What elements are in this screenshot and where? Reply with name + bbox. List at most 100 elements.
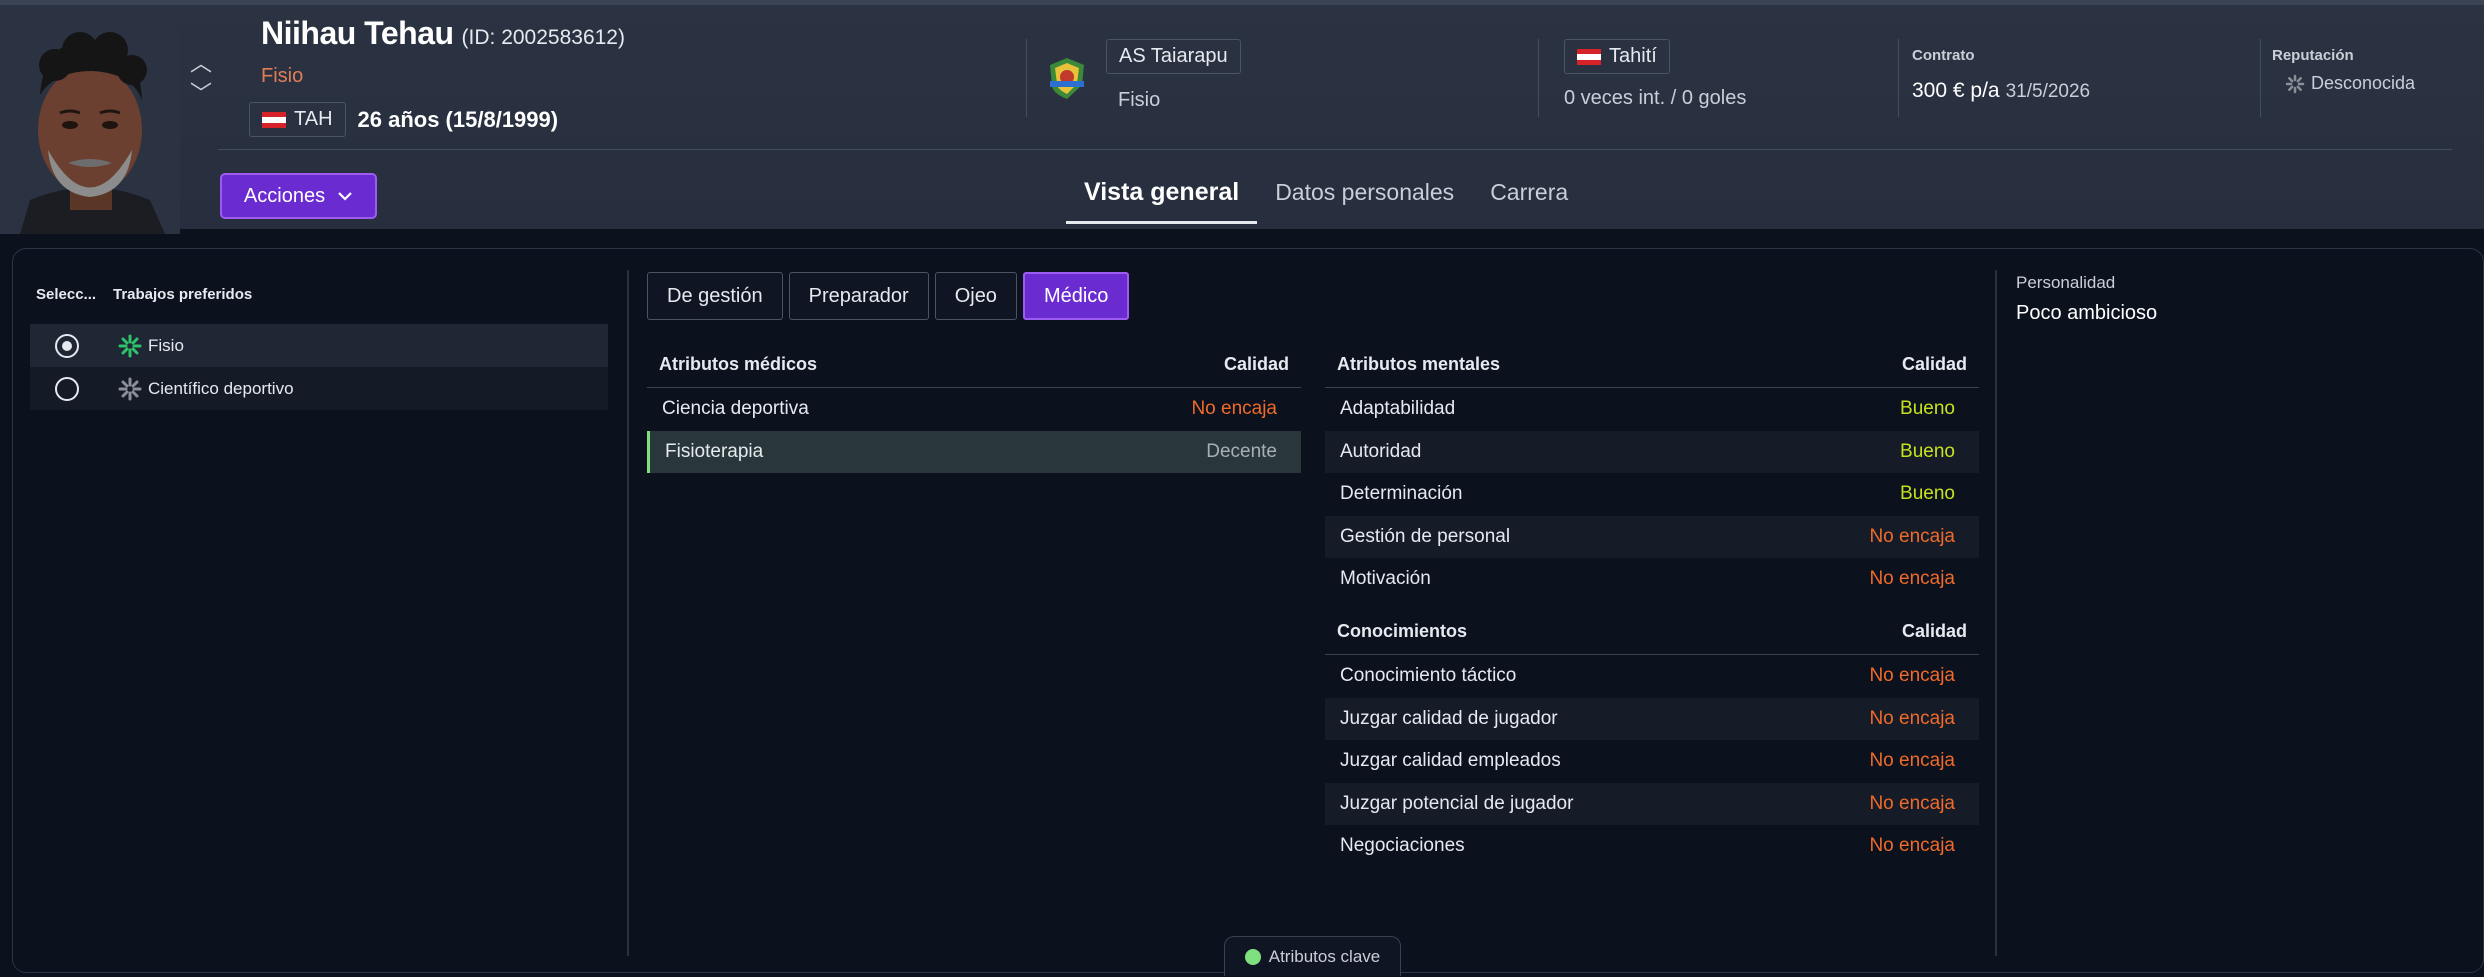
national-team-chip[interactable]: Tahití [1564,39,1670,74]
tahiti-flag-icon [262,111,286,128]
table-row[interactable]: Ciencia deportiva No encaja [647,388,1301,431]
radio-cientifico[interactable] [55,376,79,401]
attribute-name: Juzgar calidad de jugador [1340,707,1558,729]
knowledge-table: Conocimientos Calidad Conocimiento tácti… [1325,609,1979,868]
attribute-name: Juzgar calidad empleados [1340,750,1561,772]
chevron-down-icon [338,192,352,201]
table-row[interactable]: Conocimiento táctico No encaja [1325,655,1979,698]
subtab-de-gestion[interactable]: De gestión [647,272,783,320]
attribute-quality: Decente [1206,440,1277,462]
job-row-cientifico[interactable]: Científico deportivo [30,367,608,410]
actions-button[interactable]: Acciones [220,173,377,219]
personality-value: Poco ambicioso [2016,302,2158,324]
header-divider [218,149,2452,150]
subtab-ojeo[interactable]: Ojeo [934,272,1017,320]
staff-id: (ID: 2002583612) [461,26,625,49]
table-row[interactable]: Autoridad Bueno [1325,430,1979,473]
table-row[interactable]: Juzgar calidad de jugador No encaja [1325,697,1979,740]
attribute-name: Gestión de personal [1340,525,1511,547]
attribute-quality: No encaja [1869,750,1955,772]
club-role: Fisio [1118,89,1161,111]
staff-role: Fisio [261,65,304,87]
club-name: AS Taiarapu [1119,45,1228,67]
table-header: Conocimientos Calidad [1325,609,1979,655]
tab-vista-general[interactable]: Vista general [1066,170,1258,224]
subtab-medico[interactable]: Médico [1022,272,1130,320]
attribute-name: Juzgar potencial de jugador [1340,792,1574,814]
chevron-up-icon[interactable]: ︿ [186,49,216,79]
attribute-quality: Bueno [1900,398,1955,420]
national-team-name: Tahití [1609,45,1657,67]
mental-title[interactable]: Atributos mentales [1337,354,1500,375]
profile-tabs: Vista general Datos personales Carrera [1066,170,1586,224]
column-divider [1995,270,1997,956]
attribute-name: Determinación [1340,483,1463,505]
reputation-value: Desconocida [2285,73,2415,94]
nationality-chip[interactable]: TAH [249,102,346,137]
attribute-name: Motivación [1340,568,1431,590]
key-attributes-label: Atributos clave [1268,946,1381,966]
key-attributes-toggle[interactable]: Atributos clave [1224,936,1401,976]
chevron-down-icon[interactable]: ﹀ [186,79,216,109]
contract-label: Contrato [1912,47,1975,64]
attribute-name: Ciencia deportiva [662,398,809,420]
staff-name[interactable]: Niihau Tehau [261,15,454,52]
reputation-text: Desconocida [2311,73,2416,93]
mental-attributes-table: Atributos mentales Calidad Adaptabilidad… [1325,342,1979,601]
attribute-name: Fisioterapia [665,440,764,462]
profile-header: ︿ ﹀ Niihau Tehau (ID: 2002583612) Fisio … [0,0,2484,234]
staff-portrait [0,25,180,234]
table-row[interactable]: Adaptabilidad Bueno [1325,388,1979,431]
radio-fisio[interactable] [55,333,79,358]
knowledge-title[interactable]: Conocimientos [1337,621,1467,642]
nationality-row: TAH 26 años (15/8/1999) [249,102,558,137]
attribute-quality: Bueno [1900,483,1955,505]
tab-carrera[interactable]: Carrera [1472,170,1586,224]
personality-label: Personalidad [2016,273,2116,292]
attribute-name: Negociaciones [1340,835,1465,857]
job-label: Fisio [148,335,184,355]
divider [1898,39,1899,117]
profile-nav: ︿ ﹀ [186,49,216,109]
table-header: Atributos mentales Calidad [1325,342,1979,388]
international-caps: 0 veces int. / 0 goles [1564,87,1747,109]
attribute-quality: No encaja [1869,835,1955,857]
table-row[interactable]: Gestión de personal No encaja [1325,515,1979,558]
contract-salary: 300 € p/a [1912,79,2000,102]
table-row[interactable]: Juzgar potencial de jugador No encaja [1325,782,1979,825]
quality-header[interactable]: Calidad [1902,354,1967,375]
job-label: Científico deportivo [148,378,294,398]
contract-value: 300 € p/a 31/5/2026 [1912,79,2090,103]
divider [1026,39,1027,117]
actions-label: Acciones [243,184,326,207]
quality-header[interactable]: Calidad [1902,621,1967,642]
divider [1538,39,1539,117]
tahiti-flag-icon [1577,48,1601,65]
table-row[interactable]: Fisioterapia Decente [647,430,1301,473]
attribute-quality: No encaja [1869,707,1955,729]
attribute-quality: No encaja [1869,568,1955,590]
divider [2260,39,2261,117]
table-row[interactable]: Motivación No encaja [1325,558,1979,601]
job-row-fisio[interactable]: Fisio [30,324,608,367]
attribute-name: Conocimiento táctico [1340,665,1517,687]
sports-scientist-icon [118,377,142,400]
table-row[interactable]: Negociaciones No encaja [1325,825,1979,868]
contract-end-date: 31/5/2026 [2005,81,2091,102]
column-divider [627,270,629,956]
preferred-jobs-header[interactable]: Trabajos preferidos [113,286,252,303]
select-column-header[interactable]: Selecc... [36,286,96,303]
table-row[interactable]: Determinación Bueno [1325,473,1979,516]
table-header: Atributos médicos Calidad [647,342,1301,388]
attribute-name: Autoridad [1340,440,1422,462]
name-row: Niihau Tehau (ID: 2002583612) [261,15,625,52]
club-crest-icon[interactable] [1044,55,1090,101]
medical-title[interactable]: Atributos médicos [659,354,817,375]
club-chip[interactable]: AS Taiarapu [1106,39,1241,74]
subtab-preparador[interactable]: Preparador [788,272,929,320]
quality-header[interactable]: Calidad [1224,354,1289,375]
age-text: 26 años (15/8/1999) [357,106,559,132]
reputation-spinner-icon [2285,74,2305,93]
tab-datos-personales[interactable]: Datos personales [1257,170,1472,224]
table-row[interactable]: Juzgar calidad empleados No encaja [1325,740,1979,783]
